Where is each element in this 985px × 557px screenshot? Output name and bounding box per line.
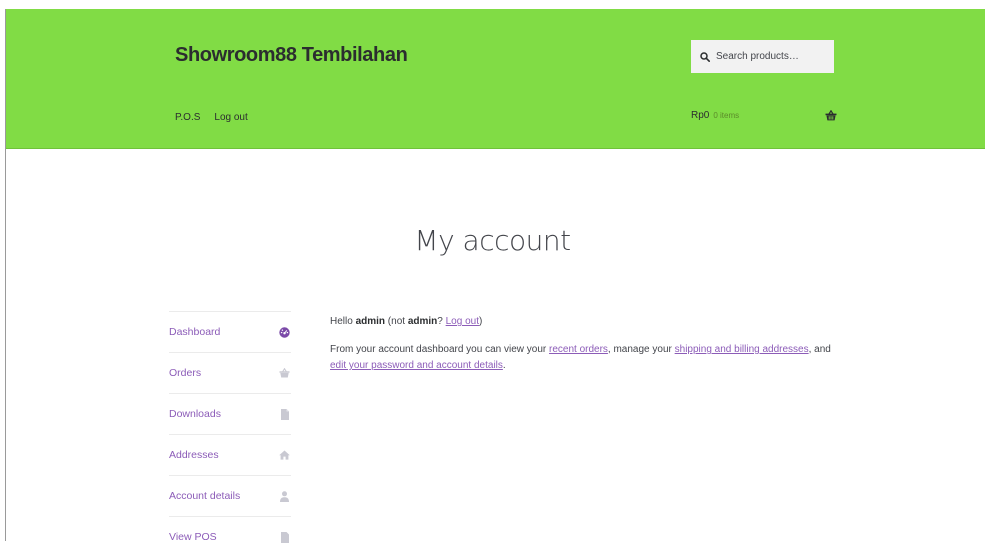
account-nav-label[interactable]: Orders [169,367,201,379]
not-username: admin [407,316,438,327]
account-nav-label[interactable]: Downloads [169,408,221,420]
greeting-prefix: Hello [330,316,356,327]
not-prefix: (not [385,316,408,327]
account-nav-dashboard[interactable]: Dashboard [169,311,291,352]
account-nav-view-pos[interactable]: View POS [169,516,291,557]
home-icon [279,450,290,461]
account-nav-addresses[interactable]: Addresses [169,434,291,475]
account-navigation: Dashboard Orders Downloads Addresses Acc… [169,311,291,557]
logout-link[interactable]: Log out [446,316,479,327]
cart-count: 0 items [713,111,740,120]
account-nav-orders[interactable]: Orders [169,352,291,393]
header-cart[interactable]: Rp0 0 items [691,110,837,121]
page-title: My account [414,223,571,257]
description-text: . [502,360,506,371]
account-dashboard-content: Hello admin (not admin? Log out) From yo… [330,314,840,386]
edit-account-link[interactable]: edit your password and account details [330,360,503,371]
dashboard-icon [279,326,290,338]
account-nav-label[interactable]: Dashboard [169,326,220,338]
primary-nav: P.O.S Log out [175,112,262,123]
account-nav-label[interactable]: View POS [169,531,217,543]
username: admin [355,316,386,327]
description-text: From your account dashboard you can view… [330,344,549,355]
top-gap [0,0,985,9]
greeting-paragraph: Hello admin (not admin? Log out) [330,314,840,330]
account-nav-account-details[interactable]: Account details [169,475,291,516]
basket-icon[interactable] [825,110,837,121]
close-paren: ) [479,316,483,327]
search-box[interactable] [691,40,834,73]
site-title[interactable]: Showroom88 Tembilahan [175,44,408,67]
user-icon [279,490,290,502]
search-icon [700,51,710,62]
description-text: , manage your [607,344,675,355]
file-icon [279,408,290,420]
addresses-link[interactable]: shipping and billing addresses [675,344,809,355]
account-nav-label[interactable]: Account details [169,490,240,502]
basket-icon [279,368,290,379]
description-text: , and [808,344,831,355]
nav-item-pos[interactable]: P.O.S [175,112,200,123]
cart-amount: Rp0 [691,110,710,121]
account-nav-label[interactable]: Addresses [169,449,219,461]
account-nav-downloads[interactable]: Downloads [169,393,291,434]
dashboard-description: From your account dashboard you can view… [330,342,840,374]
search-input[interactable] [716,51,826,62]
recent-orders-link[interactable]: recent orders [549,344,608,355]
nav-item-logout[interactable]: Log out [214,112,247,123]
not-suffix: ? [437,316,446,327]
site-header: Showroom88 Tembilahan P.O.S Log out Rp0 … [6,9,985,149]
